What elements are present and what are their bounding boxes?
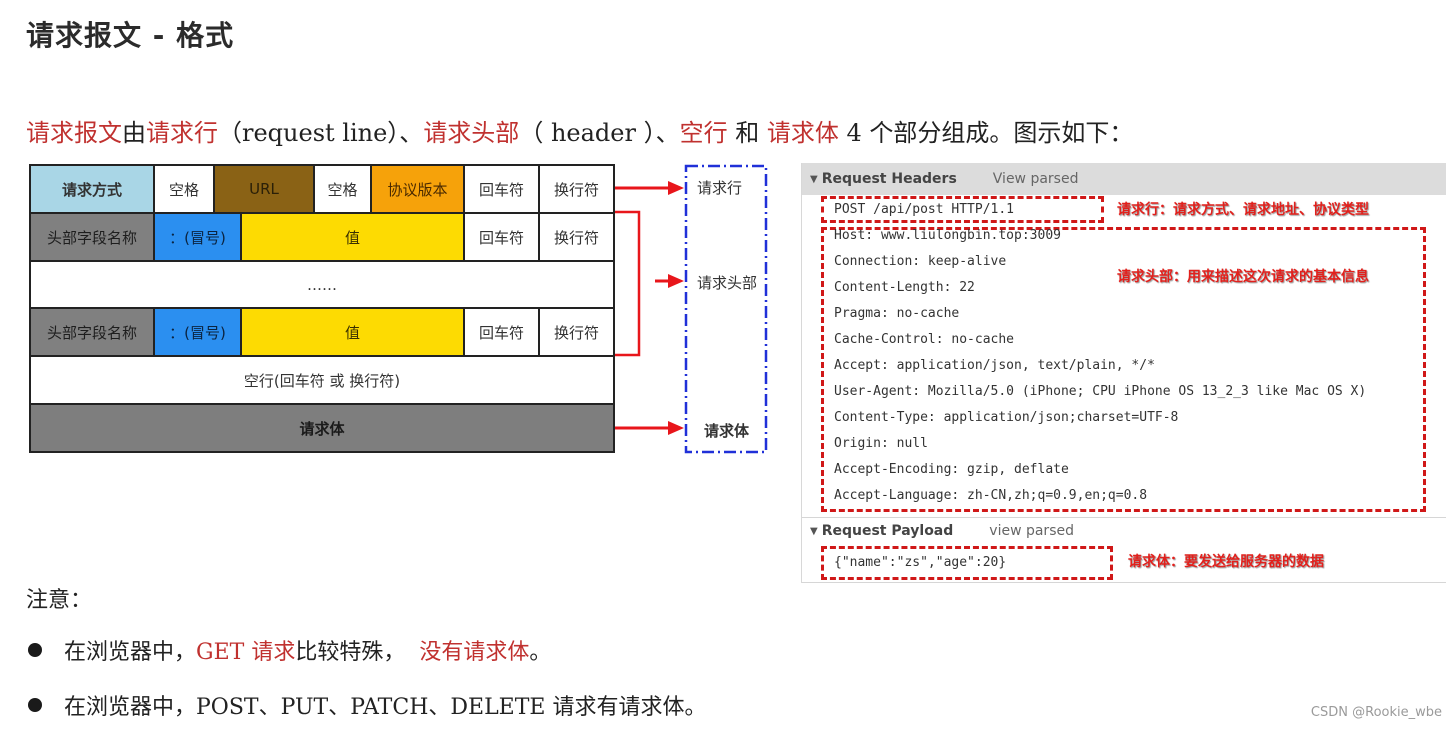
annotation-headers: 请求头部：用来描述这次请求的基本信息 [1117, 269, 1369, 285]
request-format-diagram: 请求方式 空格 URL 空格 协议版本 回车符 换行符 头部字段名称 ：(冒号)… [0, 0, 790, 470]
header-line: Pragma: no-cache [834, 306, 960, 321]
arrow-request-headers [655, 274, 684, 288]
annotation-request-line: 请求行：请求方式、请求地址、协议类型 [1117, 202, 1369, 218]
bullet-part: 。 [529, 640, 552, 665]
section-divider [802, 517, 1446, 518]
header-line: Content-Type: application/json;charset=U… [834, 410, 1179, 425]
view-parsed-link[interactable]: View parsed [993, 171, 1079, 187]
note-bullet: 在浏览器中，POST、PUT、PATCH、DELETE 请求有请求体。 [26, 689, 706, 721]
view-parsed-link[interactable]: view parsed [989, 523, 1074, 539]
header-bracket-line [615, 210, 641, 357]
diagram-arrows [615, 164, 768, 454]
section-title: Request Headers [821, 171, 957, 187]
watermark: CSDN @Rookie_wbe [1310, 705, 1442, 720]
label-request-line: 请求行 [697, 179, 743, 197]
section-divider [802, 582, 1446, 583]
devtools-request-panel: ▼ Request Headers View parsed POST /api/… [801, 163, 1446, 583]
bullet-part: 比较特殊， [295, 640, 420, 665]
header-line: Accept: application/json, text/plain, */… [834, 358, 1155, 373]
bullet-dot-icon [28, 643, 42, 657]
header-line: Origin: null [834, 436, 928, 451]
header-line: Host: www.liulongbin.top:3009 [834, 228, 1061, 243]
request-payload-section-header[interactable]: ▼ Request Payload view parsed [802, 523, 1074, 539]
intro-part: 4 个部分组成。图示如下： [838, 119, 1134, 147]
bullet-part: GET 请求 [196, 640, 296, 665]
header-line: Accept-Language: zh-CN,zh;q=0.9,en;q=0.8 [834, 488, 1148, 503]
header-line: User-Agent: Mozilla/5.0 (iPhone; CPU iPh… [834, 384, 1367, 399]
header-line: Connection: keep-alive [834, 254, 1007, 269]
arrow-request-line [615, 181, 684, 195]
bullet-part: 在浏览器中， [64, 640, 197, 665]
header-line: Content-Length: 22 [834, 280, 975, 295]
parts-bracket-box [684, 164, 768, 454]
note-bullet: 在浏览器中， GET 请求 比较特殊， 没有请求体。 [26, 634, 551, 666]
notes-heading: 注意： [26, 588, 93, 613]
payload-text: {"name":"zs","age":20} [834, 555, 1007, 570]
collapse-triangle-icon[interactable]: ▼ [810, 526, 818, 537]
arrow-request-body [615, 421, 684, 435]
collapse-triangle-icon[interactable]: ▼ [810, 174, 818, 185]
bullet-dot-icon [28, 698, 42, 712]
request-line-text: POST /api/post HTTP/1.1 [834, 202, 1015, 217]
bullet-part: 没有请求体 [419, 640, 530, 665]
annotation-body: 请求体：要发送给服务器的数据 [1128, 554, 1324, 570]
label-request-headers: 请求头部 [697, 274, 758, 292]
bullet-part: 在浏览器中，POST、PUT、PATCH、DELETE 请求有请求体。 [64, 695, 707, 720]
header-line: Accept-Encoding: gzip, deflate [834, 462, 1069, 477]
request-headers-section-header[interactable]: ▼ Request Headers View parsed [802, 163, 1446, 195]
section-title: Request Payload [821, 523, 954, 539]
header-line: Cache-Control: no-cache [834, 332, 1015, 347]
label-request-body: 请求体 [704, 422, 750, 440]
